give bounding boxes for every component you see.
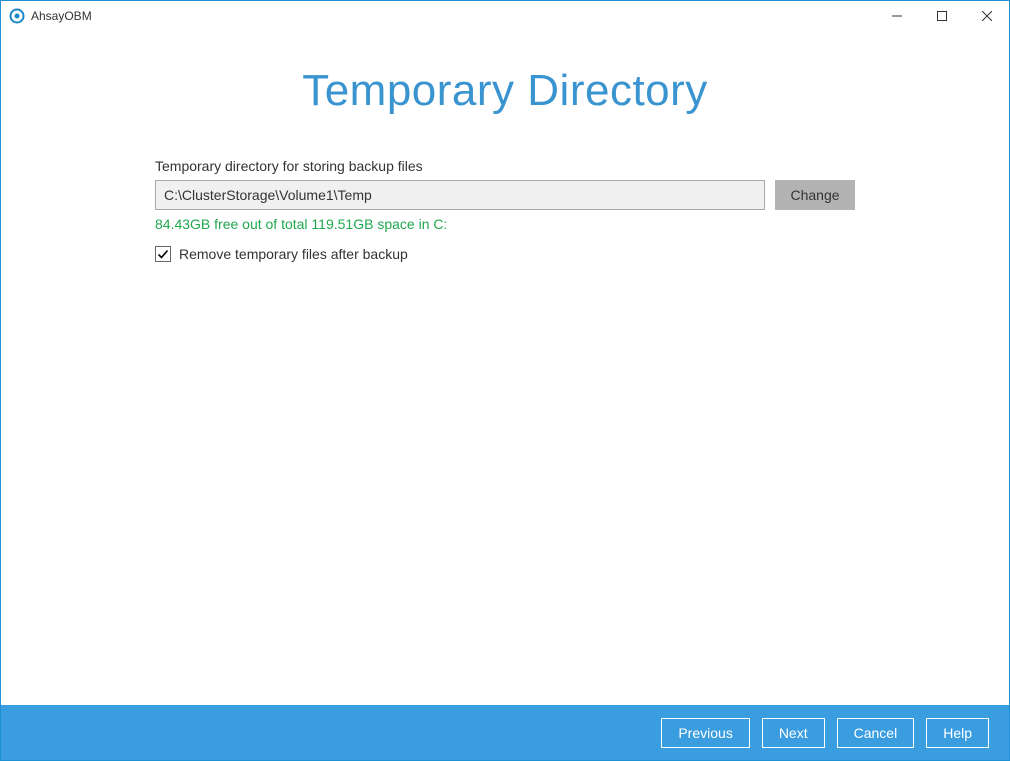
form-area: Temporary directory for storing backup f… [155, 158, 855, 262]
free-space-text: 84.43GB free out of total 119.51GB space… [155, 216, 855, 232]
remove-temp-checkbox[interactable] [155, 246, 171, 262]
main-content: Temporary Directory Temporary directory … [1, 31, 1009, 705]
previous-button[interactable]: Previous [661, 718, 749, 748]
maximize-button[interactable] [919, 1, 964, 31]
remove-temp-row: Remove temporary files after backup [155, 246, 855, 262]
temp-dir-label: Temporary directory for storing backup f… [155, 158, 855, 174]
titlebar: AhsayOBM [1, 1, 1009, 31]
next-button[interactable]: Next [762, 718, 825, 748]
change-button[interactable]: Change [775, 180, 855, 210]
path-row: Change [155, 180, 855, 210]
help-button[interactable]: Help [926, 718, 989, 748]
window-controls [874, 1, 1009, 31]
close-button[interactable] [964, 1, 1009, 31]
cancel-button[interactable]: Cancel [837, 718, 915, 748]
minimize-button[interactable] [874, 1, 919, 31]
app-icon [9, 8, 25, 24]
page-title: Temporary Directory [302, 66, 708, 116]
window-title: AhsayOBM [31, 9, 92, 23]
temp-dir-input[interactable] [155, 180, 765, 210]
footer-bar: Previous Next Cancel Help [1, 705, 1009, 760]
remove-temp-label: Remove temporary files after backup [179, 246, 408, 262]
